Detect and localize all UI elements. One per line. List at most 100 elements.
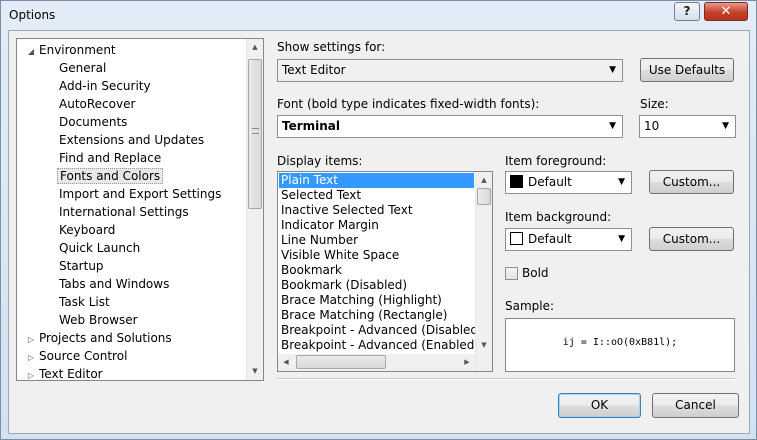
show-settings-combo[interactable]: Text Editor ▼ — [277, 59, 623, 82]
list-scrollbar[interactable]: ▲ ▼ — [475, 172, 492, 371]
chevron-down-icon: ▼ — [722, 121, 729, 131]
foreground-label: Item foreground: — [505, 154, 607, 168]
tree-item[interactable]: Quick Launch — [57, 239, 142, 257]
background-swatch — [510, 232, 523, 245]
foreground-combo[interactable]: Default ▼ — [505, 171, 632, 194]
tree-item-label: Source Control — [39, 349, 128, 363]
tree-item[interactable]: AutoRecover — [57, 95, 137, 113]
scroll-up-icon[interactable]: ▲ — [476, 172, 492, 189]
list-item[interactable]: Bookmark — [279, 263, 474, 278]
use-defaults-button[interactable]: Use Defaults — [640, 58, 734, 82]
tree-item-label: Quick Launch — [59, 241, 141, 255]
tree-item[interactable]: ▷ Source Control — [25, 347, 129, 365]
options-dialog: Options ? ✕ ◢ Environment General Add-in Se… — [0, 0, 757, 440]
sample-label: Sample: — [505, 299, 555, 313]
tree-item-label: Keyboard — [59, 223, 116, 237]
chevron-down-icon: ▼ — [609, 121, 616, 131]
window-title: Options — [9, 8, 56, 22]
list-item[interactable]: Selected Text — [279, 188, 474, 203]
size-combo[interactable]: 10 ▼ — [639, 115, 736, 138]
separator — [277, 378, 735, 380]
list-item[interactable]: Visible White Space — [279, 248, 474, 263]
tree-item-label: Web Browser — [59, 313, 138, 327]
tree-item[interactable]: International Settings — [57, 203, 191, 221]
list-item[interactable]: Brace Matching (Rectangle) — [279, 308, 474, 323]
display-items-list[interactable]: Plain Text Selected Text Inactive Selected… — [277, 171, 493, 372]
tree-item-label: International Settings — [59, 205, 189, 219]
tree-item[interactable]: Web Browser — [57, 311, 140, 329]
tree-item-label: Text Editor — [39, 367, 103, 381]
scroll-down-icon[interactable]: ▼ — [476, 337, 492, 354]
display-items-label: Display items: — [277, 154, 363, 168]
sample-preview: ij = I::oO(0xB81l); — [505, 318, 735, 372]
chevron-down-icon: ▼ — [618, 234, 625, 244]
list-item[interactable]: Brace Matching (Highlight) — [279, 293, 474, 308]
tree-item-label: Tabs and Windows — [59, 277, 170, 291]
tree-item-label: General — [59, 61, 107, 75]
list-item[interactable]: Indicator Margin — [279, 218, 474, 233]
tree-item[interactable]: ▷ Projects and Solutions — [25, 329, 174, 347]
tree-item[interactable]: Import and Export Settings — [57, 185, 223, 203]
size-label: Size: — [640, 97, 669, 111]
tree-item[interactable]: Add-in Security — [57, 77, 153, 95]
list-item[interactable]: Plain Text — [279, 173, 474, 188]
background-value: Default — [528, 232, 572, 246]
ok-button[interactable]: OK — [558, 393, 641, 418]
tree-item[interactable]: Tabs and Windows — [57, 275, 171, 293]
font-combo[interactable]: Terminal ▼ — [277, 115, 623, 138]
show-settings-label: Show settings for: — [277, 40, 386, 54]
background-combo[interactable]: Default ▼ — [505, 228, 632, 251]
tree-item[interactable]: ▷ Text Editor — [25, 365, 105, 381]
tree-item[interactable]: Extensions and Updates — [57, 131, 206, 149]
font-label: Font (bold type indicates fixed-width fo… — [277, 97, 540, 111]
size-value: 10 — [644, 119, 660, 133]
list-item[interactable]: Breakpoint - Advanced (Disabled) — [279, 323, 483, 338]
scroll-thumb[interactable] — [248, 59, 262, 209]
tree-item[interactable]: Documents — [57, 113, 129, 131]
tree-item[interactable]: General — [57, 59, 108, 77]
tree-item-label: Task List — [59, 295, 110, 309]
tree-item-label: Add-in Security — [59, 79, 151, 93]
dialog-body: ◢ Environment General Add-in Security AutoRe… — [8, 30, 750, 434]
title-bar[interactable]: Options ? ✕ — [1, 1, 756, 31]
tree-item-label: Extensions and Updates — [59, 133, 205, 147]
list-item[interactable]: Bookmark (Disabled) — [279, 278, 474, 293]
tree-item[interactable]: Startup — [57, 257, 106, 275]
chevron-down-icon: ▼ — [609, 65, 616, 75]
background-custom-button[interactable]: Custom... — [649, 227, 734, 251]
tree-item-label: Find and Replace — [59, 151, 162, 165]
hscroll-thumb[interactable] — [296, 355, 386, 369]
tree-item-label: Documents — [59, 115, 128, 129]
scroll-down-icon[interactable]: ▼ — [247, 363, 263, 380]
tree-item-label: Projects and Solutions — [39, 331, 172, 345]
tree-item-label: Import and Export Settings — [59, 187, 222, 201]
list-hscrollbar[interactable]: ◀ ▶ — [278, 354, 475, 371]
scroll-up-icon[interactable]: ▲ — [247, 39, 263, 56]
list-item[interactable]: Line Number — [279, 233, 474, 248]
background-label: Item background: — [505, 210, 612, 224]
scroll-thumb[interactable] — [477, 188, 491, 205]
tree-scrollbar[interactable]: ▲ ▼ — [246, 39, 263, 380]
cancel-button[interactable]: Cancel — [652, 393, 739, 418]
tree-item[interactable]: Find and Replace — [57, 149, 163, 167]
tree-item-label: Startup — [59, 259, 104, 273]
tree-item-label: AutoRecover — [59, 97, 136, 111]
scroll-left-icon[interactable]: ◀ — [278, 354, 294, 371]
list-item[interactable]: Breakpoint - Advanced (Enabled) — [279, 338, 479, 353]
foreground-custom-button[interactable]: Custom... — [649, 170, 734, 194]
scroll-right-icon[interactable]: ▶ — [459, 354, 475, 371]
tree-item[interactable]: Task List — [57, 293, 112, 311]
tree-item[interactable]: Keyboard — [57, 221, 117, 239]
tree-item[interactable]: ◢ Environment — [25, 41, 118, 59]
list-item[interactable]: Inactive Selected Text — [279, 203, 474, 218]
bold-checkbox[interactable] — [505, 267, 518, 280]
collapse-arrow-icon[interactable]: ◢ — [25, 43, 37, 61]
close-button[interactable]: ✕ — [704, 2, 748, 21]
bold-label: Bold — [522, 266, 549, 280]
foreground-value: Default — [528, 175, 572, 189]
sample-text: ij = I::oO(0xB81l); — [562, 337, 678, 348]
tree-item[interactable]: Fonts and Colors — [57, 167, 164, 185]
help-button[interactable]: ? — [674, 2, 700, 21]
expand-arrow-icon[interactable]: ▷ — [25, 367, 37, 380]
chevron-down-icon: ▼ — [618, 177, 625, 187]
